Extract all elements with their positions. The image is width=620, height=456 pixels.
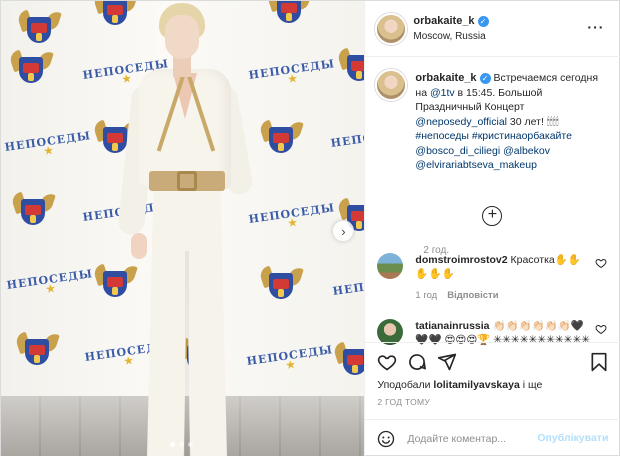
backdrop-word-logo: НЕПОСЕДЫ★ bbox=[329, 125, 365, 151]
hashtag-link[interactable]: #кристинаорбакайте bbox=[472, 130, 572, 142]
crest-logo bbox=[16, 9, 62, 49]
mention-link[interactable]: @albekov bbox=[503, 145, 550, 157]
caption-text-part: 30 лет! 🕯🕯🕯🕯 bbox=[507, 115, 559, 128]
carousel-dot bbox=[179, 442, 184, 447]
publish-button[interactable]: Опублікувати bbox=[537, 432, 608, 444]
carousel-dot-active bbox=[170, 442, 175, 447]
verified-badge-icon: ✓ bbox=[477, 15, 489, 27]
hashtag-link[interactable]: #непоседы bbox=[415, 130, 469, 142]
avatar[interactable] bbox=[377, 253, 404, 279]
backdrop-word-logo: НЕПОСЕДЫ★ bbox=[3, 129, 92, 158]
comment-meta: 1 год Відповісти bbox=[415, 290, 498, 301]
caption-username[interactable]: orbakaite_k bbox=[415, 72, 476, 84]
heart-icon[interactable] bbox=[595, 323, 607, 335]
post-timestamp[interactable]: 2 ГОД ТОМУ bbox=[377, 397, 430, 407]
comment-input[interactable] bbox=[407, 430, 548, 448]
liked-by-user[interactable]: lolitamilyavskaya bbox=[433, 379, 519, 391]
post-details-panel: orbakaite_k ✓ Moscow, Russia ··· orbakait… bbox=[364, 1, 620, 456]
add-comment-bar: Опублікувати bbox=[365, 419, 620, 456]
crest-logo bbox=[336, 47, 365, 87]
emoji-icon[interactable] bbox=[377, 430, 395, 448]
header-username[interactable]: orbakaite_k bbox=[413, 15, 474, 27]
post-header: orbakaite_k ✓ Moscow, Russia ··· bbox=[365, 1, 620, 57]
post-location[interactable]: Moscow, Russia bbox=[413, 31, 485, 42]
avatar[interactable] bbox=[375, 13, 408, 45]
heart-icon[interactable] bbox=[595, 257, 607, 269]
crest-logo bbox=[14, 331, 60, 371]
backdrop-word-logo: НЕПОСЕДЫ★ bbox=[5, 267, 94, 296]
woman-in-white-suit bbox=[111, 1, 261, 456]
bookmark-icon[interactable] bbox=[589, 352, 609, 372]
crest-logo bbox=[258, 265, 304, 305]
liked-by-line: Уподобали lolitamilyavskaya і ще bbox=[377, 379, 542, 391]
caption-text: orbakaite_k ✓ Встречаемся сегодня на @1tv… bbox=[415, 71, 611, 173]
crest-logo bbox=[332, 341, 365, 381]
header-username-row: orbakaite_k ✓ bbox=[413, 15, 489, 27]
reply-button[interactable]: Відповісти bbox=[447, 290, 498, 301]
load-more-comments-icon[interactable]: + bbox=[482, 206, 503, 226]
comment-text: domstroimrostov2 Красотка✋✋ ✋✋✋ bbox=[415, 253, 595, 281]
instagram-post: НЕПОСЕДЫ★ НЕПОСЕДЫ★ НЕПОСЕДЫ★ НЕПОСЕДЫ★ … bbox=[0, 0, 620, 456]
comment-bubble-icon[interactable] bbox=[407, 352, 427, 372]
carousel-indicator bbox=[170, 442, 193, 447]
crest-logo bbox=[10, 191, 56, 231]
verified-badge-icon: ✓ bbox=[479, 72, 491, 84]
mention-link[interactable]: @elvirariabtseva_makeup bbox=[415, 159, 537, 171]
mention-link[interactable]: @1tv bbox=[430, 87, 455, 99]
backdrop-word-logo: НЕПОСЕДЫ★ bbox=[331, 273, 365, 299]
backdrop-word-logo: НЕПОСЕДЫ★ bbox=[247, 201, 336, 230]
crest-logo bbox=[266, 1, 312, 29]
like-heart-icon[interactable] bbox=[377, 352, 397, 372]
crest-logo bbox=[8, 49, 54, 89]
avatar[interactable] bbox=[375, 69, 408, 101]
comment-username[interactable]: domstroimrostov2 bbox=[415, 254, 507, 266]
mention-link[interactable]: @neposedy_official bbox=[415, 116, 507, 128]
comment-username[interactable]: tatianainrussia bbox=[415, 320, 489, 332]
post-actions-bar bbox=[365, 342, 620, 376]
more-options-icon[interactable]: ··· bbox=[587, 19, 604, 35]
liked-by-suffix[interactable]: і ще bbox=[523, 379, 543, 391]
backdrop-word-logo: НЕПОСЕДЫ★ bbox=[247, 57, 336, 86]
mention-link[interactable]: @bosco_di_ciliegi bbox=[415, 145, 500, 157]
post-photo[interactable]: НЕПОСЕДЫ★ НЕПОСЕДЫ★ НЕПОСЕДЫ★ НЕПОСЕДЫ★ … bbox=[1, 1, 365, 456]
comment-age: 1 год bbox=[415, 290, 438, 301]
liked-by-prefix: Уподобали bbox=[377, 379, 431, 391]
carousel-dot bbox=[188, 442, 193, 447]
crest-logo bbox=[258, 119, 304, 159]
share-plane-icon[interactable] bbox=[437, 352, 457, 372]
